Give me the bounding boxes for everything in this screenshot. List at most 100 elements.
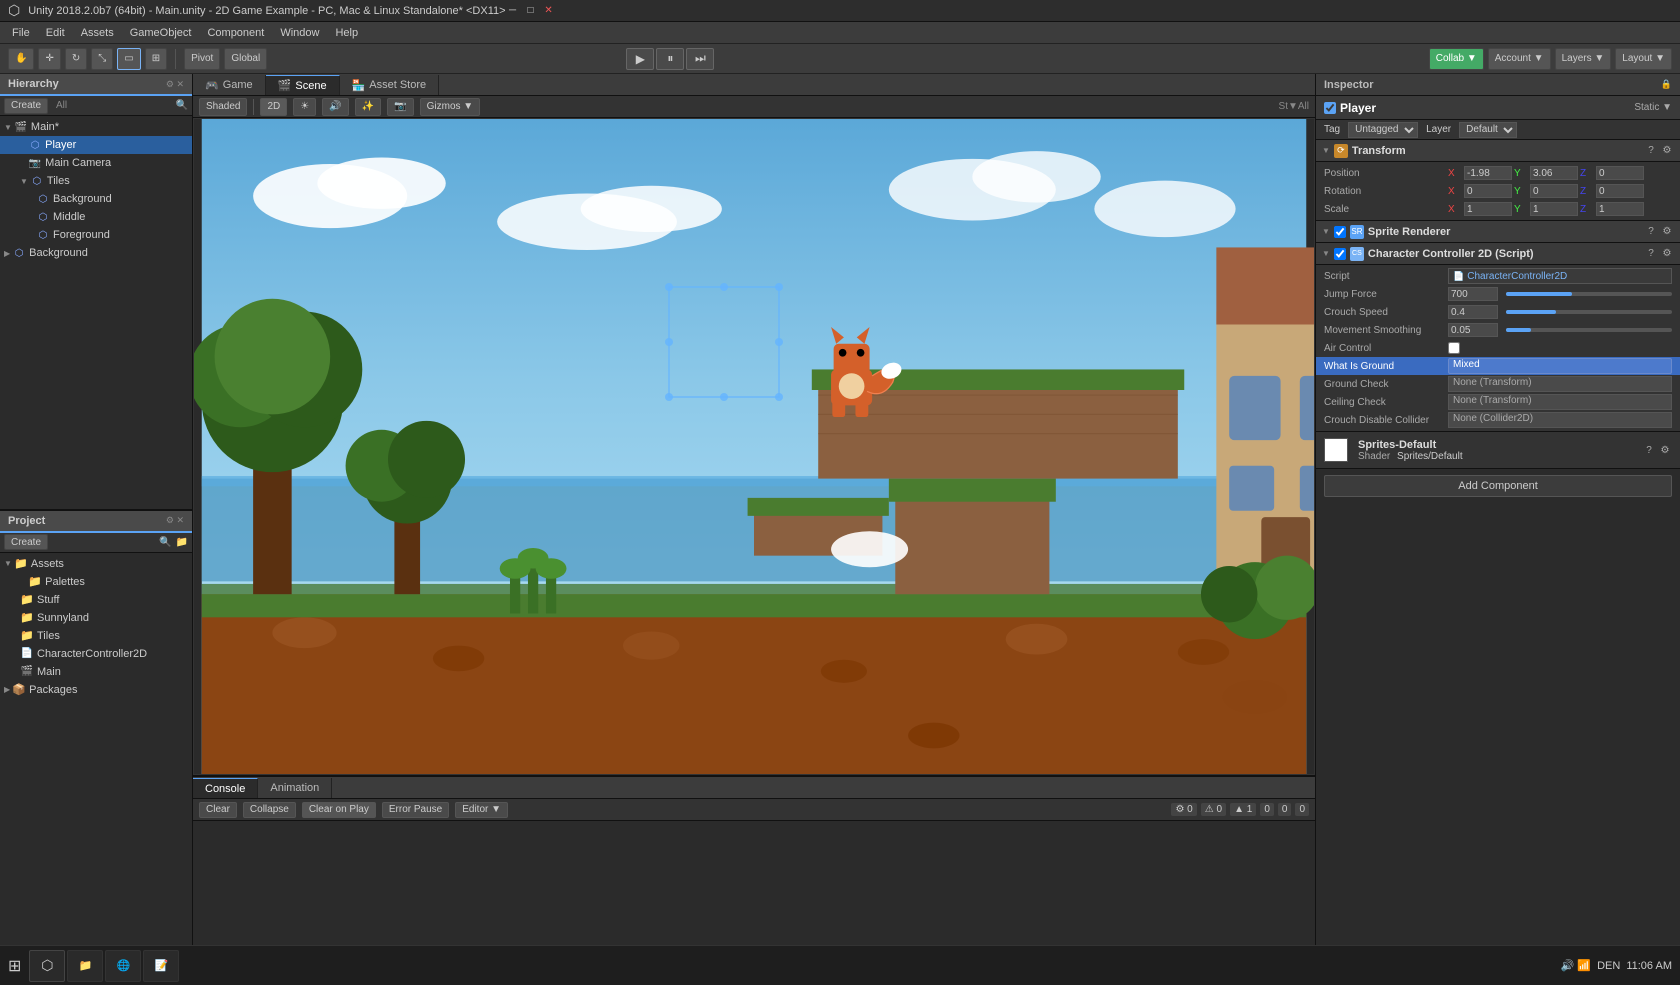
scene-cam-button[interactable]: 📷 xyxy=(387,98,413,116)
project-create-button[interactable]: Create xyxy=(4,534,48,550)
static-button[interactable]: Static ▼ xyxy=(1634,102,1672,113)
hierarchy-item-player[interactable]: ▶ ⬡ Player xyxy=(0,136,192,154)
transform-component-header[interactable]: ▼ ⟳ Transform ? ⚙ xyxy=(1316,140,1680,162)
clear-on-play-button[interactable]: Clear on Play xyxy=(302,802,376,818)
rotation-x-input[interactable] xyxy=(1464,184,1512,198)
air-control-checkbox[interactable] xyxy=(1448,342,1460,354)
pivot-button[interactable]: Pivot xyxy=(184,48,220,70)
hierarchy-create-button[interactable]: Create xyxy=(4,98,48,114)
hierarchy-item-maincamera[interactable]: ▶ 📷 Main Camera xyxy=(0,154,192,172)
layout-button[interactable]: Layout ▼ xyxy=(1615,48,1672,70)
scale-tool-button[interactable]: ⤡ xyxy=(91,48,113,70)
rotate-tool-button[interactable]: ↻ xyxy=(65,48,87,70)
game-tab[interactable]: 🎮 Game xyxy=(193,75,266,95)
animation-tab[interactable]: Animation xyxy=(258,778,332,798)
hierarchy-item-foreground[interactable]: ⬡ Foreground xyxy=(0,226,192,244)
menu-gameobject[interactable]: GameObject xyxy=(122,25,200,41)
movement-smoothing-input[interactable] xyxy=(1448,323,1498,337)
hierarchy-item-background2[interactable]: ▶ ⬡ Background xyxy=(0,244,192,262)
hierarchy-item-background1[interactable]: ⬡ Background xyxy=(0,190,192,208)
collapse-button[interactable]: Collapse xyxy=(243,802,296,818)
game-view[interactable] xyxy=(193,118,1315,775)
menu-edit[interactable]: Edit xyxy=(38,25,73,41)
menu-window[interactable]: Window xyxy=(272,25,327,41)
audio-button[interactable]: 🔊 xyxy=(322,98,348,116)
crouch-speed-slider[interactable] xyxy=(1506,310,1672,314)
what-is-ground-dropdown[interactable]: Mixed xyxy=(1448,358,1672,374)
fx-button[interactable]: ✨ xyxy=(355,98,381,116)
vscode-taskbar-btn[interactable]: 📝 xyxy=(143,950,179,982)
menu-assets[interactable]: Assets xyxy=(73,25,122,41)
console-tab[interactable]: Console xyxy=(193,778,258,798)
rotation-y-input[interactable] xyxy=(1530,184,1578,198)
controller-help[interactable]: ? xyxy=(1644,247,1658,261)
shading-mode-button[interactable]: Shaded xyxy=(199,98,247,116)
menu-help[interactable]: Help xyxy=(327,25,366,41)
material-settings[interactable]: ⚙ xyxy=(1658,443,1672,457)
transform-settings-icon[interactable]: ⚙ xyxy=(1660,144,1674,158)
crouch-speed-input[interactable] xyxy=(1448,305,1498,319)
movement-smoothing-slider[interactable] xyxy=(1506,328,1672,332)
tag-select[interactable]: Untagged xyxy=(1348,122,1418,138)
sprite-renderer-settings[interactable]: ⚙ xyxy=(1660,225,1674,239)
project-tab[interactable]: Project ⚙ ✕ xyxy=(0,511,192,533)
hierarchy-item-main[interactable]: ▼ 🎬 Main* xyxy=(0,118,192,136)
asset-store-tab[interactable]: 🏪 Asset Store xyxy=(340,75,440,95)
project-tiles-item[interactable]: 📁 Tiles xyxy=(0,627,192,645)
scene-tab[interactable]: 🎬 Scene xyxy=(266,75,340,95)
project-controller2d-item[interactable]: 📄 CharacterController2D xyxy=(0,645,192,663)
transform-help-icon[interactable]: ? xyxy=(1644,144,1658,158)
gizmos-button[interactable]: Gizmos ▼ xyxy=(420,98,481,116)
play-button[interactable]: ▶ xyxy=(626,48,654,70)
sprite-renderer-help[interactable]: ? xyxy=(1644,225,1658,239)
scale-y-input[interactable] xyxy=(1530,202,1578,216)
lighting-button[interactable]: ☀ xyxy=(293,98,316,116)
menu-component[interactable]: Component xyxy=(199,25,272,41)
add-component-button[interactable]: Add Component xyxy=(1324,475,1672,497)
project-palettes-item[interactable]: ▶ 📁 Palettes xyxy=(0,573,192,591)
editor-button[interactable]: Editor ▼ xyxy=(455,802,508,818)
hierarchy-tab[interactable]: Hierarchy ⚙ ✕ xyxy=(0,74,192,96)
project-stuff-item[interactable]: 📁 Stuff xyxy=(0,591,192,609)
project-sunnyland-item[interactable]: 📁 Sunnyland xyxy=(0,609,192,627)
hierarchy-item-tiles[interactable]: ▼ ⬡ Tiles xyxy=(0,172,192,190)
position-z-input[interactable] xyxy=(1596,166,1644,180)
controller-enabled-checkbox[interactable] xyxy=(1334,248,1346,260)
material-help[interactable]: ? xyxy=(1642,443,1656,457)
unity-taskbar-btn[interactable]: ⬡ xyxy=(29,950,65,982)
layer-select[interactable]: Default xyxy=(1459,122,1517,138)
step-button[interactable]: ⏭ xyxy=(686,48,714,70)
sprite-renderer-header[interactable]: ▼ SR Sprite Renderer ? ⚙ xyxy=(1316,221,1680,243)
scale-z-input[interactable] xyxy=(1596,202,1644,216)
scale-x-input[interactable] xyxy=(1464,202,1512,216)
pause-button[interactable]: ⏸ xyxy=(656,48,684,70)
explorer-taskbar-btn[interactable]: 📁 xyxy=(67,950,103,982)
crouch-disable-ref[interactable]: None (Collider2D) xyxy=(1448,412,1672,428)
jump-force-input[interactable] xyxy=(1448,287,1498,301)
close-button[interactable]: ✕ xyxy=(542,4,556,18)
character-controller-header[interactable]: ▼ CS Character Controller 2D (Script) ? … xyxy=(1316,243,1680,265)
sprite-renderer-enabled-checkbox[interactable] xyxy=(1334,226,1346,238)
rect-tool-button[interactable]: ▭ xyxy=(117,48,140,70)
minimize-button[interactable]: ─ xyxy=(506,4,520,18)
script-value[interactable]: 📄 CharacterController2D xyxy=(1448,268,1672,284)
ground-check-ref[interactable]: None (Transform) xyxy=(1448,376,1672,392)
hierarchy-item-middle[interactable]: ⬡ Middle xyxy=(0,208,192,226)
hand-tool-button[interactable]: ✋ xyxy=(8,48,34,70)
inspector-lock-icon[interactable]: 🔒 xyxy=(1661,79,1672,90)
2d-mode-button[interactable]: 2D xyxy=(260,98,287,116)
position-x-input[interactable] xyxy=(1464,166,1512,180)
maximize-button[interactable]: □ xyxy=(524,4,538,18)
project-assets-item[interactable]: ▼ 📁 Assets xyxy=(0,555,192,573)
layers-button[interactable]: Layers ▼ xyxy=(1555,48,1612,70)
collab-button[interactable]: Collab ▼ xyxy=(1429,48,1484,70)
transform-tool-button[interactable]: ⊞ xyxy=(145,48,167,70)
rotation-z-input[interactable] xyxy=(1596,184,1644,198)
start-button[interactable]: ⊞ xyxy=(8,956,21,976)
clear-button[interactable]: Clear xyxy=(199,802,237,818)
account-button[interactable]: Account ▼ xyxy=(1488,48,1551,70)
move-tool-button[interactable]: ✛ xyxy=(38,48,60,70)
project-folder-icon[interactable]: 📁 xyxy=(176,537,188,548)
menu-file[interactable]: File xyxy=(4,25,38,41)
global-button[interactable]: Global xyxy=(224,48,267,70)
